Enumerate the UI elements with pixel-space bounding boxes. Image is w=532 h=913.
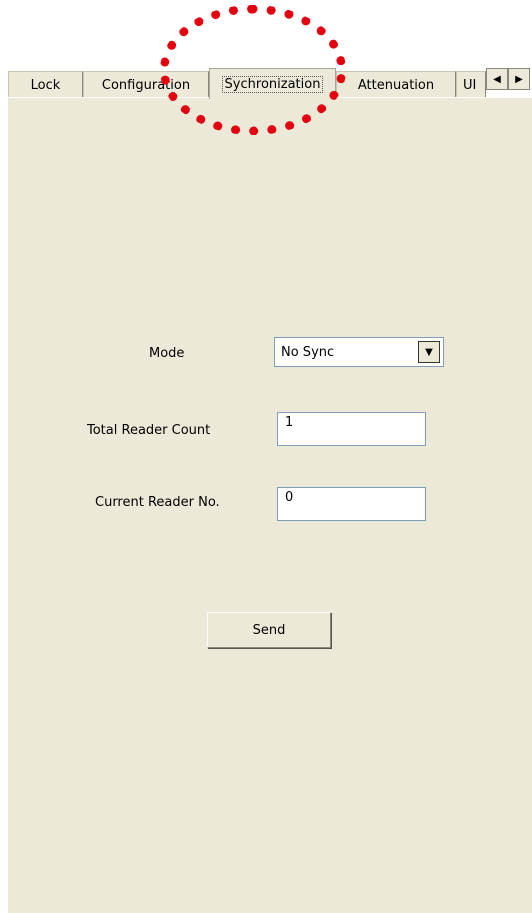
chevron-down-icon[interactable]: ▼ — [418, 341, 440, 363]
tab-ui[interactable]: UI — [456, 71, 486, 98]
chevron-right-icon: ▶ — [515, 73, 523, 85]
send-button[interactable]: Send — [207, 612, 331, 648]
mode-select-value: No Sync — [281, 344, 335, 360]
tab-scroll-left-button[interactable]: ◀ — [486, 68, 508, 90]
mode-label: Mode — [149, 346, 185, 361]
tab-label: Configuration — [101, 77, 191, 93]
total-reader-count-input[interactable]: 1 — [277, 412, 426, 446]
tab-attenuation[interactable]: Attenuation — [336, 71, 456, 98]
tab-label: Attenuation — [357, 77, 435, 93]
total-reader-count-label: Total Reader Count — [87, 423, 211, 438]
tab-lock[interactable]: Lock — [8, 71, 83, 98]
tab-label: UI — [463, 77, 477, 93]
tab-configuration[interactable]: Configuration — [83, 71, 209, 98]
tab-label: Sychronization — [221, 75, 324, 93]
tab-bar: Lock Configuration Sychronization Attenu… — [0, 0, 532, 100]
current-reader-no-input[interactable]: 0 — [277, 487, 426, 521]
tab-scroll-right-button[interactable]: ▶ — [508, 68, 530, 90]
send-button-label: Send — [252, 622, 286, 638]
chevron-left-icon: ◀ — [493, 73, 501, 85]
current-reader-no-label: Current Reader No. — [95, 495, 220, 510]
sychronization-panel — [8, 97, 532, 913]
tab-sychronization[interactable]: Sychronization — [209, 68, 336, 99]
mode-select[interactable]: No Sync ▼ — [274, 337, 444, 367]
tab-label: Lock — [30, 77, 61, 93]
